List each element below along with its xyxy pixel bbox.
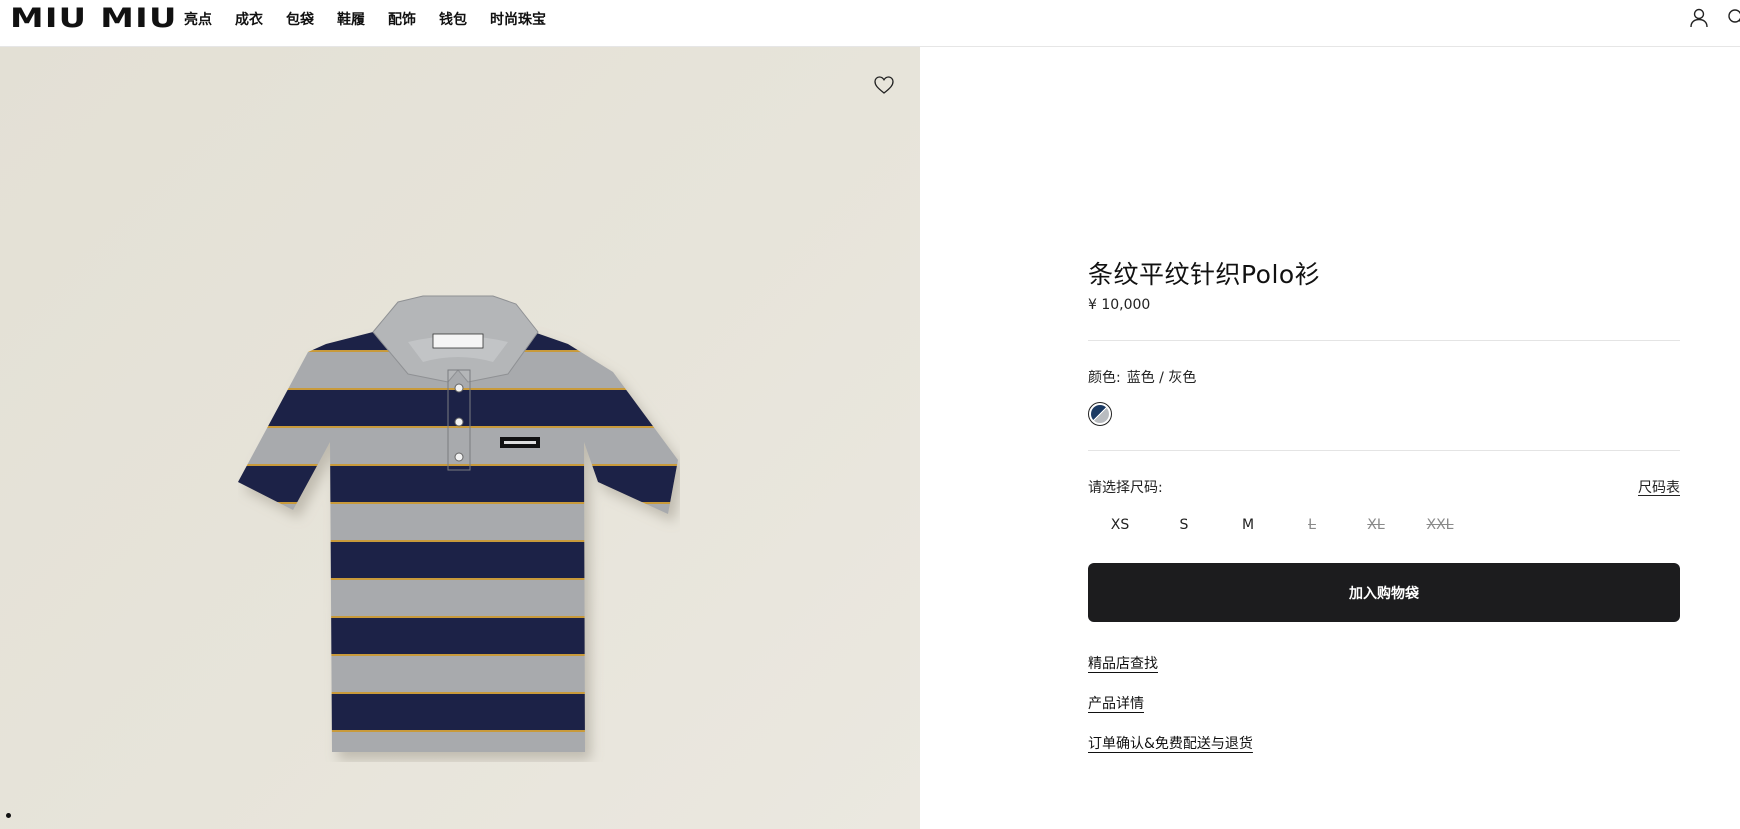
- brand-logo[interactable]: MIU MIU: [10, 5, 178, 32]
- size-option-l[interactable]: L: [1280, 515, 1344, 535]
- nav-item-wallets[interactable]: 钱包: [439, 10, 467, 30]
- product-image-panel[interactable]: [0, 47, 920, 829]
- color-row: 颜色: 蓝色 / 灰色: [1088, 367, 1196, 387]
- product-details-link[interactable]: 产品详情: [1088, 693, 1144, 713]
- color-label: 颜色:: [1088, 370, 1121, 386]
- heart-icon[interactable]: [873, 74, 895, 96]
- polo-shirt-image: [238, 295, 678, 752]
- product-title: 条纹平纹针织Polo衫: [1088, 260, 1321, 289]
- divider: [1088, 450, 1680, 451]
- add-to-bag-button[interactable]: 加入购物袋: [1088, 563, 1680, 622]
- nav-item-ready-to-wear[interactable]: 成衣: [235, 10, 263, 30]
- size-option-xs[interactable]: XS: [1088, 515, 1152, 535]
- nav-item-accessories[interactable]: 配饰: [388, 10, 416, 30]
- nav-item-shoes[interactable]: 鞋履: [337, 10, 365, 30]
- nav-item-highlights[interactable]: 亮点: [184, 10, 212, 30]
- size-option-m[interactable]: M: [1216, 515, 1280, 535]
- divider: [1088, 340, 1680, 341]
- size-selector: XS S M L XL XXL: [1088, 515, 1472, 535]
- main-nav: 亮点 成衣 包袋 鞋履 配饰 钱包 时尚珠宝: [184, 10, 569, 30]
- size-label: 请选择尺码:: [1088, 480, 1163, 496]
- product-price: ¥ 10,000: [1088, 297, 1151, 313]
- size-option-xl[interactable]: XL: [1344, 515, 1408, 535]
- size-chart-link[interactable]: 尺码表: [1638, 477, 1680, 497]
- nav-item-jewelry[interactable]: 时尚珠宝: [490, 10, 546, 30]
- nav-item-bags[interactable]: 包袋: [286, 10, 314, 30]
- size-option-xxl[interactable]: XXL: [1408, 515, 1472, 535]
- search-icon[interactable]: [1726, 7, 1740, 29]
- top-header: MIU MIU 亮点 成衣 包袋 鞋履 配饰 钱包 时尚珠宝: [0, 0, 1740, 47]
- color-value: 蓝色 / 灰色: [1126, 370, 1197, 386]
- product-image: [238, 282, 680, 762]
- user-icon[interactable]: [1688, 7, 1710, 29]
- shipping-returns-link[interactable]: 订单确认&免费配送与退货: [1088, 733, 1253, 753]
- color-swatch-blue-grey[interactable]: [1088, 402, 1112, 426]
- size-option-s[interactable]: S: [1152, 515, 1216, 535]
- store-locator-link[interactable]: 精品店查找: [1088, 653, 1158, 673]
- carousel-dot[interactable]: [6, 813, 11, 818]
- swatch-fill: [1091, 405, 1109, 423]
